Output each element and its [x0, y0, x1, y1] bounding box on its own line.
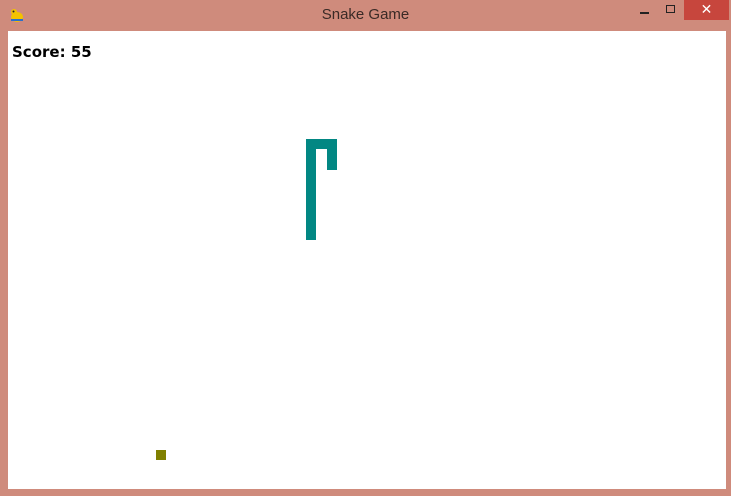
score-label: Score: — [12, 43, 66, 61]
snake-body-segment — [306, 139, 316, 240]
window-title: Snake Game — [321, 6, 410, 23]
title-bar[interactable]: Snake Game ✕ — [0, 0, 731, 30]
minimize-button[interactable] — [632, 0, 658, 20]
close-button[interactable]: ✕ — [684, 0, 729, 20]
maximize-button[interactable] — [658, 0, 684, 20]
food-pellet — [156, 450, 166, 460]
score-value: 55 — [70, 43, 92, 61]
maximize-icon — [666, 5, 675, 13]
score-display: Score: 55 — [12, 43, 92, 61]
snake-head-segment — [327, 139, 337, 170]
close-icon: ✕ — [700, 2, 713, 18]
game-canvas[interactable]: Score: 55 — [8, 31, 726, 489]
minimize-icon — [640, 12, 649, 14]
game-window: Snake Game ✕ Score: 55 — [0, 0, 731, 496]
